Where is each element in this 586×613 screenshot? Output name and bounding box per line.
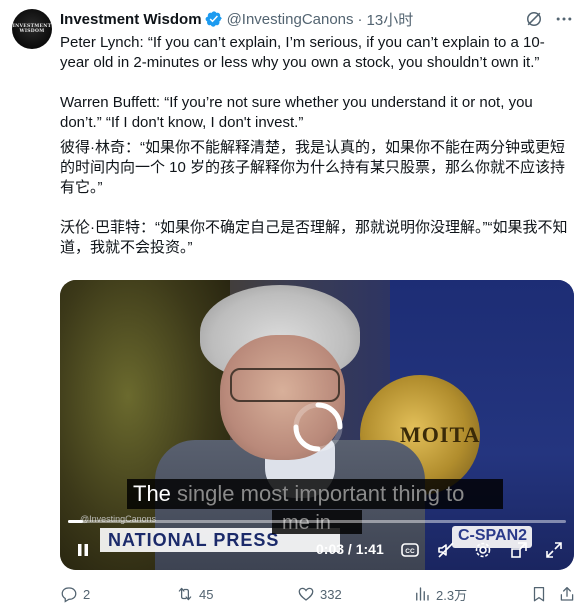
- share-icon: [560, 586, 574, 601]
- tweet-timestamp[interactable]: 13小时: [367, 9, 414, 30]
- more-options-icon[interactable]: [554, 9, 574, 29]
- settings-gear-icon[interactable]: [473, 540, 493, 560]
- verified-badge-icon: [205, 10, 223, 28]
- video-controls: 0:03 / 1:41 CC: [60, 532, 574, 568]
- caption-active-word: The: [133, 481, 171, 506]
- analytics-icon: [416, 587, 429, 601]
- loading-spinner-icon: [288, 397, 348, 457]
- tweet-text-english-buffett: Warren Buffett: “If you’re not sure whet…: [60, 94, 533, 131]
- reply-button[interactable]: 2: [60, 585, 90, 603]
- caption-pending-words: single most important thing to: [170, 481, 465, 506]
- progress-bar[interactable]: [68, 520, 566, 523]
- video-seal-text: MOITA: [400, 422, 481, 447]
- pause-icon[interactable]: [73, 540, 93, 560]
- video-time-readout: 0:03 / 1:41: [316, 541, 384, 557]
- author-handle[interactable]: @InvestingCanons: [227, 11, 354, 28]
- captions-icon[interactable]: CC: [400, 540, 420, 560]
- tweet-actions: 2 45 332 2.3万: [60, 584, 580, 604]
- avatar-line-2: WISDOM: [19, 29, 45, 34]
- tweet-text-chinese-buffett: 沃伦·巴菲特：“如果你不确定自己是否理解，那就说明你没理解。”“如果我不知道，我…: [60, 219, 568, 256]
- share-button[interactable]: [558, 585, 576, 603]
- repost-icon: [178, 587, 192, 601]
- tweet-header: Investment Wisdom @InvestingCanons · 13小…: [60, 9, 580, 29]
- view-count: 2.3万: [436, 587, 468, 603]
- repost-button[interactable]: 45: [176, 585, 213, 603]
- picture-in-picture-icon[interactable]: [509, 540, 529, 560]
- fullscreen-icon[interactable]: [544, 540, 564, 560]
- progress-fill: [68, 520, 83, 523]
- author-name[interactable]: Investment Wisdom: [60, 11, 202, 28]
- grok-icon[interactable]: [524, 9, 544, 29]
- bookmark-button[interactable]: [530, 585, 548, 603]
- duration: 1:41: [355, 541, 384, 557]
- tweet-text-english-lynch: Peter Lynch: “If you can’t explain, I’m …: [60, 34, 545, 71]
- reply-count: 2: [83, 586, 91, 602]
- avatar[interactable]: INVESTMENT WISDOM: [12, 9, 52, 49]
- bookmark-icon: [533, 586, 545, 602]
- mute-icon[interactable]: [436, 540, 456, 560]
- current-time: 0:03: [316, 541, 345, 557]
- caption-line-1: The single most important thing to: [133, 481, 464, 507]
- time-separator: /: [344, 541, 356, 557]
- like-count: 332: [320, 586, 342, 602]
- tweet-text-chinese-lynch: 彼得·林奇：“如果你不能解释清楚，我是认真的，如果你不能在两分钟或更短的时间内向…: [60, 139, 566, 196]
- like-button[interactable]: 332: [297, 585, 342, 603]
- svg-text:CC: CC: [405, 548, 415, 555]
- separator-dot: ·: [357, 10, 363, 28]
- tweet[interactable]: INVESTMENT WISDOM Investment Wisdom @Inv…: [0, 0, 586, 613]
- video-player[interactable]: MOITA NATIONAL PRESS C-SPAN2 The single …: [60, 280, 574, 570]
- views-button[interactable]: 2.3万: [413, 585, 467, 604]
- repost-count: 45: [199, 586, 214, 602]
- reply-icon: [61, 587, 77, 603]
- heart-icon: [298, 587, 314, 601]
